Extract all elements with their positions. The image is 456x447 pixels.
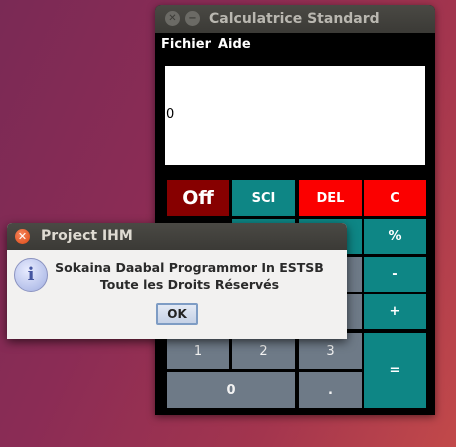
dialog-title: Project IHM bbox=[41, 228, 133, 244]
clear-button[interactable]: C bbox=[364, 180, 426, 216]
dialog-message-line2: Toute les Droits Réservés bbox=[99, 277, 280, 292]
menubar: Fichier Aide bbox=[155, 33, 435, 57]
calculator-titlebar: ✕ − Calculatrice Standard bbox=[155, 5, 435, 33]
menu-aide[interactable]: Aide bbox=[218, 37, 251, 52]
dialog-message-line1: Sokaina Daabal Programmor In ESTSB bbox=[55, 260, 324, 275]
off-button[interactable]: Off bbox=[167, 180, 229, 216]
minimize-icon[interactable]: − bbox=[185, 11, 200, 26]
close-icon[interactable]: ✕ bbox=[165, 11, 180, 26]
ok-button[interactable]: OK bbox=[156, 303, 198, 325]
percent-button[interactable]: % bbox=[364, 219, 426, 254]
display-value: 0 bbox=[166, 107, 175, 122]
menu-fichier[interactable]: Fichier bbox=[161, 37, 211, 52]
window-title: Calculatrice Standard bbox=[209, 11, 380, 27]
dialog-close-icon[interactable]: ✕ bbox=[15, 229, 30, 244]
digit-0-button[interactable]: 0 bbox=[167, 372, 295, 408]
decimal-button[interactable]: . bbox=[299, 372, 362, 408]
dialog-titlebar: ✕ Project IHM bbox=[7, 223, 347, 250]
sci-button[interactable]: SCI bbox=[232, 180, 295, 216]
plus-button[interactable]: + bbox=[364, 294, 426, 329]
equals-button[interactable]: = bbox=[364, 333, 426, 408]
delete-button[interactable]: DEL bbox=[299, 180, 362, 216]
minus-button[interactable]: - bbox=[364, 257, 426, 292]
message-dialog: ✕ Project IHM i Sokaina Daabal Programmo… bbox=[7, 223, 347, 339]
calculator-window: ✕ − Calculatrice Standard Fichier Aide 0… bbox=[155, 5, 435, 415]
calculator-display: 0 bbox=[165, 66, 425, 165]
